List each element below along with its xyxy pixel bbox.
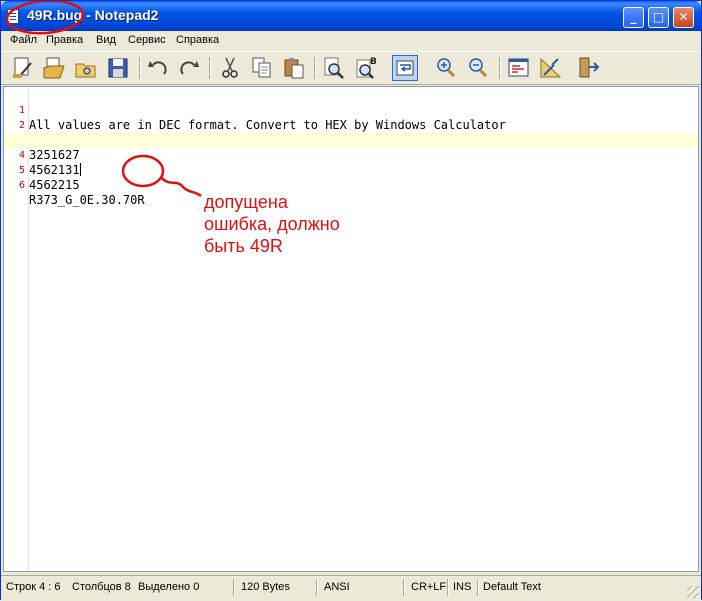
status-encoding: ANSI xyxy=(324,581,350,593)
toolbar: B xyxy=(1,51,701,85)
cut-icon[interactable] xyxy=(217,55,243,81)
editor-line: 1 All values are in DEC format. Convert … xyxy=(4,88,698,132)
zoom-in-icon[interactable] xyxy=(433,55,459,81)
status-size: 120 Bytes xyxy=(241,581,290,593)
status-selected: Выделено 0 xyxy=(138,581,200,593)
copy-icon[interactable] xyxy=(249,55,275,81)
editor-line-current: 4 4562131 xyxy=(4,133,698,177)
editor-line: 2 3251625 xyxy=(4,103,698,147)
annotation-line: ошибка, должно xyxy=(204,214,340,234)
editor-line: 6 R373_G_0E.30.70R xyxy=(4,163,698,207)
status-eol: CR+LF xyxy=(411,581,447,593)
menu-help[interactable]: Справка xyxy=(176,34,219,46)
annotation-note: допущена ошибка, должно быть 49R xyxy=(204,191,340,257)
menu-tools[interactable]: Сервис xyxy=(128,34,166,46)
annotation-line: быть 49R xyxy=(204,236,283,256)
status-scheme: Default Text xyxy=(483,581,541,593)
status-column: Столбцов 8 xyxy=(72,581,131,593)
text-editor[interactable]: 1 All values are in DEC format. Convert … xyxy=(3,86,699,572)
paste-icon[interactable] xyxy=(281,55,307,81)
status-position: Строк 4 : 6 xyxy=(6,581,61,593)
status-insert-mode: INS xyxy=(453,581,472,593)
menu-bar: Файл Правка Вид Сервис Справка xyxy=(1,31,701,50)
svg-text:B: B xyxy=(370,57,377,67)
minimize-button[interactable]: _ xyxy=(623,7,644,28)
notepad-app-icon[interactable] xyxy=(7,9,19,24)
customize-icon[interactable] xyxy=(538,55,564,81)
menu-edit[interactable]: Правка xyxy=(46,34,83,46)
line-text: R373_G_0E.30.70R xyxy=(29,193,145,207)
undo-icon[interactable] xyxy=(145,55,171,81)
save-icon[interactable] xyxy=(105,55,131,81)
word-wrap-icon[interactable] xyxy=(392,55,418,81)
browse-icon[interactable] xyxy=(73,55,99,81)
notepad2-window: 49R.bug - Notepad2 _ □ ✕ Файл Правка Вид… xyxy=(0,0,702,600)
menu-view[interactable]: Вид xyxy=(96,34,116,46)
annotation-line: допущена xyxy=(204,192,288,212)
scheme-icon[interactable] xyxy=(506,55,532,81)
replace-icon[interactable]: B xyxy=(353,55,379,81)
maximize-button[interactable]: □ xyxy=(648,7,669,28)
resize-grip[interactable] xyxy=(687,586,699,598)
editor-line: 5 4562215 xyxy=(4,148,698,192)
editor-line: 3 3251627 xyxy=(4,118,698,162)
menu-file[interactable]: Файл xyxy=(10,34,37,46)
title-bar[interactable]: 49R.bug - Notepad2 _ □ ✕ xyxy=(1,1,701,31)
redo-icon[interactable] xyxy=(176,55,202,81)
new-file-icon[interactable] xyxy=(9,55,35,81)
window-title: 49R.bug - Notepad2 xyxy=(27,7,159,23)
open-file-icon[interactable] xyxy=(41,55,67,81)
exit-icon[interactable] xyxy=(576,55,602,81)
find-icon[interactable] xyxy=(321,55,347,81)
line-number: 6 xyxy=(18,180,25,191)
close-button[interactable]: ✕ xyxy=(673,7,694,28)
status-bar: Строк 4 : 6 Столбцов 8 Выделено 0 120 By… xyxy=(1,575,701,600)
zoom-out-icon[interactable] xyxy=(465,55,491,81)
